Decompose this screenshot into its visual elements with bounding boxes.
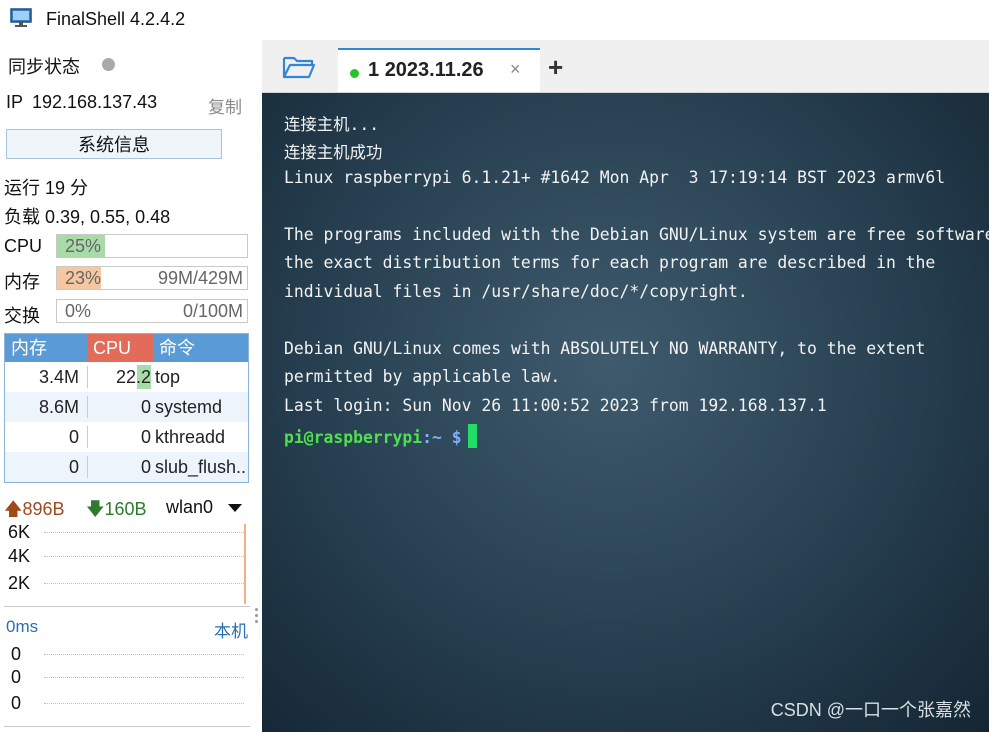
- app-monitor-icon: [10, 8, 32, 27]
- terminal-line: Last login: Sun Nov 26 11:00:52 2023 fro…: [284, 396, 827, 415]
- memory-meter: 23% 99M/429M: [56, 266, 248, 290]
- swap-meter-label: 交换: [4, 306, 40, 326]
- upload-value: 896B: [22, 499, 65, 519]
- terminal[interactable]: 连接主机... 连接主机成功 Linux raspberrypi 6.1.21+…: [262, 93, 989, 732]
- arrow-up-icon: 🡅: [4, 499, 23, 519]
- row-memory: 0: [68, 457, 79, 477]
- sync-status-label: 同步状态: [8, 57, 80, 77]
- tab-index: 1: [368, 59, 380, 81]
- prompt-separator: :: [422, 428, 433, 447]
- row-command: kthreadd: [155, 427, 226, 447]
- row-command: slub_flush..: [155, 457, 247, 477]
- row-memory: 8.6M: [38, 397, 79, 417]
- row-memory: 3.4M: [38, 367, 79, 387]
- tab-session[interactable]: 1 2023.11.26 ×: [338, 48, 540, 92]
- process-table: 内存 CPU 命令 3.4M 22.2 top 8.6M 0 systemd 0…: [4, 333, 249, 483]
- table-row[interactable]: 3.4M 22.2 top: [5, 362, 248, 392]
- row-command: systemd: [155, 397, 223, 417]
- row-cpu: 22.2: [115, 367, 151, 387]
- row-memory: 0: [68, 427, 79, 447]
- process-table-header: 内存 CPU 命令: [5, 334, 248, 362]
- grid-line: [44, 677, 244, 678]
- system-info-button[interactable]: 系统信息: [6, 129, 222, 159]
- prompt-user: pi@raspberrypi: [284, 428, 423, 447]
- copy-ip-button[interactable]: 复制: [208, 93, 242, 118]
- swap-meter: 0% 0/100M: [56, 299, 248, 323]
- add-tab-button[interactable]: +: [548, 52, 563, 83]
- scale-label: 6K: [8, 522, 31, 542]
- panel-splitter[interactable]: [255, 605, 259, 629]
- terminal-line: Debian GNU/Linux comes with ABSOLUTELY N…: [284, 339, 926, 358]
- memory-amount: 99M/429M: [157, 268, 243, 288]
- load-text: 负载 0.39, 0.55, 0.48: [4, 207, 171, 227]
- ping-value: 0: [11, 667, 22, 687]
- ping-chart: 0 0 0: [4, 638, 250, 727]
- chevron-down-icon[interactable]: [228, 504, 242, 512]
- cpu-meter: 25%: [56, 234, 248, 258]
- title-bar: FinalShell 4.2.4.2: [0, 0, 989, 40]
- tab-title: 2023.11.26: [384, 59, 484, 81]
- scale-label: 4K: [8, 546, 31, 566]
- close-icon[interactable]: ×: [510, 59, 521, 80]
- table-row[interactable]: 0 0 kthreadd: [5, 422, 248, 452]
- download-value: 160B: [104, 499, 147, 519]
- grid-line: [44, 703, 244, 704]
- grid-line: [44, 556, 244, 557]
- cpu-percent: 25%: [65, 236, 102, 256]
- scale-label: 2K: [8, 573, 31, 593]
- memory-meter-label: 内存: [4, 272, 40, 292]
- interface-select[interactable]: wlan0: [166, 497, 213, 518]
- terminal-line: 连接主机成功: [284, 143, 383, 162]
- tab-bar: 1 2023.11.26 × +: [262, 40, 989, 93]
- column-cpu[interactable]: CPU: [87, 334, 153, 362]
- grid-line: [44, 532, 244, 533]
- ping-value: 0: [11, 693, 22, 713]
- ip-label: IP: [6, 92, 24, 112]
- watermark: CSDN @一口一个张嘉然: [770, 700, 971, 720]
- row-command: top: [155, 367, 181, 387]
- window-title: FinalShell 4.2.4.2: [46, 9, 186, 29]
- column-command[interactable]: 命令: [153, 334, 248, 362]
- terminal-line: Linux raspberrypi 6.1.21+ #1642 Mon Apr …: [284, 168, 946, 187]
- grid-line: [44, 583, 244, 584]
- network-chart: 6K 4K 2K: [4, 520, 250, 607]
- table-row[interactable]: 8.6M 0 systemd: [5, 392, 248, 422]
- terminal-line: permitted by applicable law.: [284, 367, 561, 386]
- row-cpu: 0: [140, 457, 151, 477]
- ping-latency-label: 0ms: [6, 617, 39, 636]
- uptime-text: 运行 19 分: [4, 178, 89, 198]
- connection-status-dot: [350, 69, 359, 78]
- tab-label: 1 2023.11.26: [368, 59, 484, 82]
- prompt-path: ~ $: [432, 428, 462, 447]
- terminal-line: individual files in /usr/share/doc/*/cop…: [284, 282, 748, 301]
- arrow-down-icon: 🡇: [86, 499, 105, 519]
- terminal-line: 连接主机...: [284, 115, 380, 134]
- terminal-line: the exact distribution terms for each pr…: [284, 253, 936, 272]
- ip-value: 192.168.137.43: [32, 92, 158, 112]
- row-cpu: 0: [140, 427, 151, 447]
- swap-percent: 0%: [65, 301, 92, 321]
- folder-open-icon[interactable]: [282, 54, 316, 80]
- table-row[interactable]: 0 0 slub_flush..: [5, 452, 248, 482]
- swap-amount: 0/100M: [182, 301, 243, 321]
- sync-status-indicator: [102, 58, 115, 71]
- ping-value: 0: [11, 644, 22, 664]
- terminal-cursor: [467, 424, 477, 448]
- grid-line: [44, 654, 244, 655]
- row-cpu: 0: [140, 397, 151, 417]
- column-memory[interactable]: 内存: [5, 334, 87, 362]
- cpu-meter-label: CPU: [4, 236, 43, 256]
- terminal-line: The programs included with the Debian GN…: [284, 225, 989, 244]
- memory-percent: 23%: [65, 268, 102, 288]
- terminal-prompt: pi@raspberrypi:~ $: [284, 424, 477, 448]
- traffic-spike: [244, 524, 246, 604]
